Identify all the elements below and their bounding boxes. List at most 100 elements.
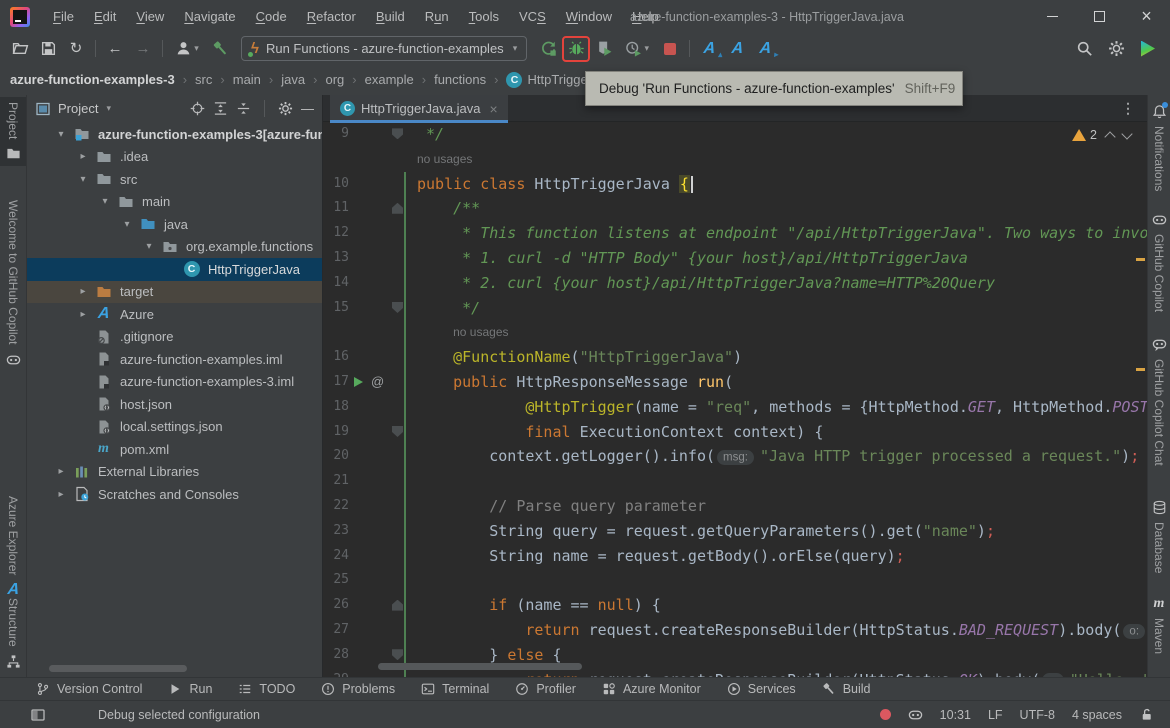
stripe-button-welcome-to-github-copilot[interactable]: Welcome to GitHub Copilot <box>0 195 26 372</box>
tab-options-icon[interactable]: ⋮ <box>1121 100 1135 117</box>
stripe-button-structure[interactable]: Structure <box>0 593 26 674</box>
code-line-25[interactable]: 25 <box>323 568 1147 594</box>
stop-button[interactable] <box>656 36 684 62</box>
code-line-22[interactable]: 22 // Parse query parameter <box>323 494 1147 519</box>
breadcrumb-item-src[interactable]: src <box>195 72 212 87</box>
editor-code[interactable]: 9 */no usages 10 public class HttpTriggerJ… <box>323 122 1147 677</box>
breadcrumb-item-org[interactable]: org <box>325 72 344 87</box>
tree-row--gitignore[interactable]: .gitignore <box>27 326 322 349</box>
settings-button[interactable] <box>1102 36 1130 62</box>
toolwindow-button-terminal[interactable]: Terminal <box>421 682 489 696</box>
menu-build[interactable]: Build <box>367 5 414 28</box>
inspections-widget[interactable]: 2 <box>1072 128 1133 143</box>
debug-button[interactable] <box>562 35 591 62</box>
next-issue-icon[interactable] <box>1121 128 1133 140</box>
chevron-collapsed-icon[interactable]: ▸ <box>51 466 71 477</box>
fold-marker-icon[interactable] <box>392 301 403 313</box>
azure-publish-button[interactable]: A ▴ <box>695 36 723 62</box>
inlay-hint-row[interactable]: no usages <box>323 320 1147 346</box>
user-button[interactable]: ▾ <box>168 36 206 62</box>
menu-edit[interactable]: Edit <box>85 5 125 28</box>
breadcrumb-item-main[interactable]: main <box>233 72 261 87</box>
stripe-button-github-copilot-chat[interactable]: GitHub Copilot Chat <box>1148 332 1170 471</box>
chevron-expanded-icon[interactable]: ▾ <box>117 219 137 230</box>
copilot-status-icon[interactable] <box>908 707 923 722</box>
code-line-14[interactable]: 14 * 2. curl {your host}/api/HttpTrigger… <box>323 270 1147 296</box>
breadcrumb-item-functions[interactable]: functions <box>434 72 486 87</box>
code-line-23[interactable]: 23 String query = request.getQueryParame… <box>323 518 1147 544</box>
lock-icon[interactable] <box>1139 707 1154 722</box>
toolwindow-button-version-control[interactable]: Version Control <box>36 682 142 696</box>
tree-row-src[interactable]: ▾ src <box>27 168 322 191</box>
back-button[interactable]: ← <box>101 36 129 62</box>
stripe-button-github-copilot[interactable]: GitHub Copilot <box>1148 207 1170 317</box>
menu-file[interactable]: File <box>44 5 83 28</box>
error-stripe-warning-mark[interactable] <box>1136 258 1145 261</box>
tree-row-azure-function-examples-3[interactable]: ▾ azure-function-examples-3 [azure-functi <box>27 123 322 146</box>
maximize-button[interactable] <box>1076 0 1123 33</box>
chevron-collapsed-icon[interactable]: ▸ <box>51 489 71 500</box>
hammer-button[interactable] <box>206 36 234 62</box>
run-configuration-select[interactable]: ϟ Run Functions - azure-function-examples… <box>241 36 528 61</box>
stripe-button-notifications[interactable]: Notifications <box>1148 99 1170 196</box>
inlay-hint-row[interactable]: no usages <box>323 147 1147 172</box>
menu-refactor[interactable]: Refactor <box>298 5 365 28</box>
menu-navigate[interactable]: Navigate <box>175 5 244 28</box>
code-line-27[interactable]: 27 return request.createResponseBuilder(… <box>323 618 1147 643</box>
toolwindow-button-build[interactable]: Build <box>822 682 870 696</box>
error-stripe-warning-mark[interactable] <box>1136 368 1145 371</box>
forward-button[interactable]: → <box>129 36 157 62</box>
rerun-button[interactable] <box>534 36 562 62</box>
shieldplay-button[interactable] <box>590 36 618 62</box>
previous-issue-icon[interactable] <box>1104 131 1116 143</box>
stripe-button-database[interactable]: Database <box>1148 495 1170 578</box>
chevron-collapsed-icon[interactable]: ▸ <box>73 151 93 162</box>
toolwindow-button-todo[interactable]: TODO <box>238 682 295 696</box>
open-button[interactable] <box>6 36 34 62</box>
layout-icon[interactable] <box>30 707 46 723</box>
breadcrumb-item-azure-function-examples-3[interactable]: azure-function-examples-3 <box>10 72 175 87</box>
menu-view[interactable]: View <box>127 5 173 28</box>
breadcrumb-item-java[interactable]: java <box>281 72 305 87</box>
tree-row-org-example-functions[interactable]: ▾ org.example.functions <box>27 236 322 259</box>
plugin-button[interactable] <box>1134 36 1162 62</box>
fold-marker-icon[interactable] <box>392 599 403 611</box>
code-line-9[interactable]: 9 */ <box>323 122 1147 147</box>
tree-row-pom-xml[interactable]: m pom.xml <box>27 438 322 461</box>
tree-row-azure[interactable]: ▸ A Azure <box>27 303 322 326</box>
code-line-19[interactable]: 19 final ExecutionContext context) { <box>323 419 1147 445</box>
fold-marker-icon[interactable] <box>392 202 403 214</box>
azure-sync-button[interactable]: A ▸ <box>751 36 779 62</box>
code-line-26[interactable]: 26 if (name == null) { <box>323 593 1147 618</box>
line-ending-indicator[interactable]: LF <box>988 708 1003 722</box>
toolwindow-button-profiler[interactable]: Profiler <box>515 682 576 696</box>
tree-row-local-settings-json[interactable]: local.settings.json <box>27 416 322 439</box>
code-line-11[interactable]: 11 /** <box>323 196 1147 222</box>
tree-row-main[interactable]: ▾ main <box>27 191 322 214</box>
fold-marker-icon[interactable] <box>392 425 403 437</box>
project-panel-title[interactable]: Project <box>58 101 98 116</box>
stripe-button-project[interactable]: Project <box>0 97 26 167</box>
menu-tools[interactable]: Tools <box>460 5 508 28</box>
stripe-button-azure-explorer[interactable]: Azure Explorer A <box>0 491 26 602</box>
minimize-button[interactable] <box>1029 0 1076 33</box>
save-button[interactable] <box>34 36 62 62</box>
code-line-20[interactable]: 20 context.getLogger().info(msg: "Java HT… <box>323 444 1147 470</box>
encoding-indicator[interactable]: UTF-8 <box>1020 708 1055 722</box>
locate-button[interactable] <box>190 101 205 116</box>
fold-marker-icon[interactable] <box>392 649 403 661</box>
editor-tab[interactable]: C HttpTriggerJava.java × <box>330 95 508 123</box>
menu-vcs[interactable]: VCS <box>510 5 555 28</box>
chevron-collapsed-icon[interactable]: ▸ <box>73 286 93 297</box>
menu-run[interactable]: Run <box>416 5 458 28</box>
tree-row-target[interactable]: ▸ target <box>27 280 322 303</box>
stripe-button-maven[interactable]: m Maven <box>1148 591 1170 659</box>
indent-indicator[interactable]: 4 spaces <box>1072 708 1122 722</box>
code-line-18[interactable]: 18 @HttpTrigger(name = "req", methods = … <box>323 394 1147 420</box>
chevron-expanded-icon[interactable]: ▾ <box>95 196 115 207</box>
run-method-gutter-icon[interactable] <box>354 376 363 387</box>
code-line-15[interactable]: 15 */ <box>323 295 1147 321</box>
menu-window[interactable]: Window <box>557 5 621 28</box>
toolwindow-button-run[interactable]: Run <box>168 682 212 696</box>
code-line-13[interactable]: 13 * 1. curl -d "HTTP Body" {your host}/… <box>323 246 1147 271</box>
